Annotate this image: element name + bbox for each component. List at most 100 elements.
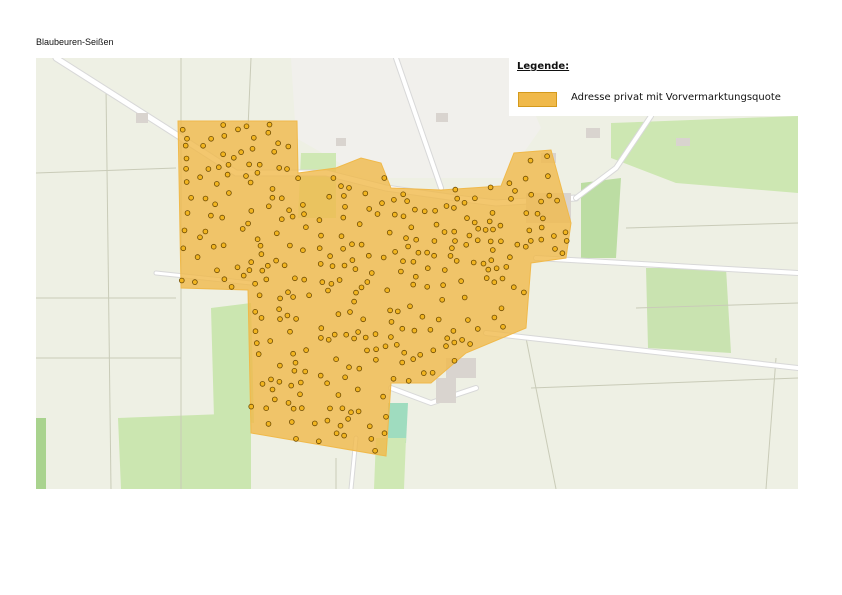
address-marker[interactable] (202, 195, 209, 202)
address-marker[interactable] (373, 356, 379, 363)
address-marker[interactable] (255, 351, 262, 357)
address-marker[interactable] (391, 197, 397, 203)
address-marker[interactable] (289, 419, 295, 425)
address-marker[interactable] (368, 270, 375, 276)
map-viewport[interactable] (36, 58, 798, 489)
address-marker[interactable] (297, 379, 304, 386)
address-marker[interactable] (194, 254, 201, 260)
address-marker[interactable] (338, 183, 344, 189)
address-marker[interactable] (467, 341, 473, 347)
address-marker[interactable] (392, 249, 398, 255)
address-marker[interactable] (238, 149, 244, 155)
address-marker[interactable] (470, 259, 477, 266)
address-marker[interactable] (424, 284, 431, 290)
address-marker[interactable] (315, 438, 322, 445)
address-marker[interactable] (538, 198, 544, 205)
address-marker[interactable] (330, 175, 337, 181)
address-marker[interactable] (443, 203, 450, 209)
address-marker[interactable] (388, 319, 395, 325)
address-marker[interactable] (410, 356, 417, 362)
address-marker[interactable] (247, 179, 254, 186)
address-marker[interactable] (373, 346, 379, 353)
address-marker[interactable] (538, 224, 545, 231)
address-marker[interactable] (413, 236, 420, 243)
address-marker[interactable] (447, 253, 454, 259)
address-marker[interactable] (415, 249, 422, 256)
address-marker[interactable] (346, 364, 352, 371)
address-marker[interactable] (184, 210, 191, 216)
address-marker[interactable] (412, 273, 419, 280)
address-marker[interactable] (279, 195, 285, 202)
address-marker[interactable] (180, 245, 187, 252)
address-marker[interactable] (420, 370, 427, 376)
address-marker[interactable] (265, 129, 272, 136)
address-marker[interactable] (319, 279, 326, 285)
address-marker[interactable] (474, 237, 481, 244)
address-marker[interactable] (431, 238, 438, 244)
address-marker[interactable] (337, 422, 344, 429)
address-marker[interactable] (412, 206, 418, 213)
address-marker[interactable] (349, 257, 356, 263)
address-marker[interactable] (328, 281, 335, 287)
address-marker[interactable] (303, 347, 309, 353)
address-marker[interactable] (551, 233, 557, 239)
address-marker[interactable] (398, 268, 404, 275)
address-marker[interactable] (240, 272, 247, 279)
address-marker[interactable] (341, 262, 348, 269)
address-marker[interactable] (245, 220, 251, 227)
address-marker[interactable] (220, 151, 226, 158)
address-marker[interactable] (475, 225, 482, 232)
address-marker[interactable] (383, 413, 389, 420)
address-marker[interactable] (254, 340, 260, 346)
address-marker[interactable] (300, 247, 306, 254)
address-marker[interactable] (368, 436, 375, 442)
address-marker[interactable] (317, 372, 324, 379)
address-marker[interactable] (506, 180, 513, 186)
address-marker[interactable] (349, 241, 355, 248)
address-marker[interactable] (216, 164, 222, 170)
address-marker[interactable] (433, 221, 440, 228)
address-marker[interactable] (454, 195, 461, 202)
address-marker[interactable] (351, 335, 357, 342)
address-marker[interactable] (366, 206, 373, 212)
address-marker[interactable] (289, 213, 296, 220)
address-marker[interactable] (540, 215, 546, 222)
address-marker[interactable] (263, 276, 270, 283)
address-marker[interactable] (254, 236, 261, 243)
address-marker[interactable] (288, 382, 295, 389)
address-marker[interactable] (408, 224, 415, 231)
address-marker[interactable] (292, 359, 299, 366)
address-marker[interactable] (354, 386, 361, 393)
address-marker[interactable] (471, 219, 478, 226)
address-marker[interactable] (366, 423, 373, 430)
address-marker[interactable] (267, 338, 274, 344)
address-marker[interactable] (410, 259, 417, 265)
address-marker[interactable] (489, 247, 496, 253)
address-marker[interactable] (358, 284, 365, 291)
address-marker[interactable] (463, 242, 470, 248)
address-marker[interactable] (400, 213, 407, 220)
address-marker[interactable] (419, 313, 426, 320)
address-marker[interactable] (499, 275, 506, 282)
address-marker[interactable] (466, 232, 473, 239)
address-marker[interactable] (487, 238, 494, 245)
address-marker[interactable] (220, 122, 227, 128)
address-marker[interactable] (341, 432, 347, 439)
address-marker[interactable] (372, 447, 378, 454)
address-marker[interactable] (183, 166, 189, 172)
address-marker[interactable] (399, 359, 406, 366)
address-marker[interactable] (372, 331, 379, 337)
address-marker[interactable] (252, 309, 259, 315)
address-marker[interactable] (441, 229, 448, 235)
address-marker[interactable] (351, 298, 357, 305)
address-marker[interactable] (365, 252, 372, 259)
address-marker[interactable] (246, 267, 253, 273)
address-marker[interactable] (251, 135, 257, 141)
address-marker[interactable] (545, 173, 551, 179)
address-marker[interactable] (474, 326, 481, 332)
address-marker[interactable] (352, 266, 359, 272)
address-marker[interactable] (364, 347, 370, 354)
address-marker[interactable] (286, 207, 292, 214)
address-marker[interactable] (276, 165, 283, 171)
address-marker[interactable] (336, 277, 343, 283)
